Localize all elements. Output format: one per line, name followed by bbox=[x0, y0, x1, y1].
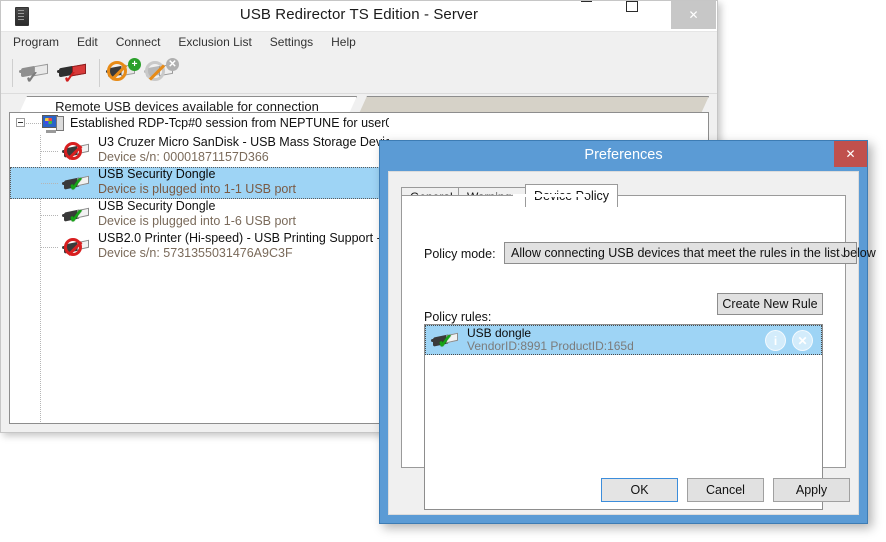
ban-icon bbox=[107, 60, 127, 81]
dialog-title-bar: Preferences ✕ bbox=[380, 141, 867, 171]
minimize-button[interactable] bbox=[581, 1, 626, 29]
policy-mode-select[interactable]: Allow connecting USB devices that meet t… bbox=[504, 242, 876, 264]
dialog-body: General Warnings Device Policy Policy mo… bbox=[388, 171, 876, 515]
add-exclusion-button[interactable]: + bbox=[105, 56, 143, 90]
tab-active-underlap bbox=[513, 194, 588, 197]
tree-connector bbox=[26, 123, 42, 124]
device-policy-panel: Policy mode: Allow connecting USB device… bbox=[401, 195, 876, 510]
preferences-dialog: Preferences ✕ General Warnings Device Po… bbox=[379, 140, 876, 524]
title-bar: USB Redirector TS Edition - Server ✕ bbox=[1, 1, 717, 31]
remove-exclusion-button[interactable]: ✕ bbox=[143, 56, 181, 90]
apply-button[interactable]: Apply bbox=[773, 478, 850, 502]
cancel-button[interactable]: Cancel bbox=[687, 478, 764, 502]
close-icon: ✕ bbox=[845, 147, 856, 161]
policy-rule-item[interactable]: ✓ USB dongle VendorID:8991 ProductID:165… bbox=[425, 325, 822, 355]
policy-mode-value: Allow connecting USB devices that meet t… bbox=[511, 246, 876, 260]
device-subtitle: Device is plugged into 1-1 USB port bbox=[98, 182, 297, 196]
device-title: USB2.0 Printer (Hi-speed) - USB Printing… bbox=[98, 231, 402, 245]
close-icon: ✕ bbox=[688, 8, 699, 22]
device-title: U3 Cruzer Micro SanDisk - USB Mass Stora… bbox=[98, 135, 399, 149]
usb-denied-icon bbox=[62, 141, 92, 161]
chevron-down-icon: ⌄ bbox=[838, 248, 848, 260]
tree-connector bbox=[41, 151, 59, 152]
menu-item-program[interactable]: Program bbox=[13, 35, 59, 49]
policy-rules-label: Policy rules: bbox=[424, 310, 492, 324]
x-badge-icon: ✕ bbox=[166, 57, 179, 71]
dialog-close-button[interactable]: ✕ bbox=[834, 141, 867, 167]
rule-delete-button[interactable]: ✕ bbox=[792, 330, 813, 351]
disconnect-device-button[interactable]: ✓ bbox=[56, 56, 94, 90]
toolbar-divider bbox=[99, 58, 100, 87]
ok-button[interactable]: OK bbox=[601, 478, 678, 502]
toolbar: ✓ ✓ + ✕ bbox=[1, 52, 717, 94]
rule-subtitle: VendorID:8991 ProductID:165d bbox=[467, 339, 634, 353]
menu-item-exclusion-list[interactable]: Exclusion List bbox=[178, 35, 251, 49]
rule-title: USB dongle bbox=[467, 326, 532, 340]
check-icon: ✓ bbox=[63, 67, 78, 87]
usb-allowed-icon: ✓ bbox=[62, 205, 92, 227]
tree-root-label: Established RDP-Tcp#0 session from NEPTU… bbox=[70, 116, 393, 130]
close-icon: ✕ bbox=[797, 333, 808, 348]
device-subtitle: Device is plugged into 1-6 USB port bbox=[98, 214, 297, 228]
menu-item-connect[interactable]: Connect bbox=[116, 35, 161, 49]
create-new-rule-button[interactable]: Create New Rule bbox=[717, 293, 823, 315]
usb-allowed-icon: ✓ bbox=[62, 173, 92, 195]
menu-item-settings[interactable]: Settings bbox=[270, 35, 313, 49]
device-title: USB Security Dongle bbox=[98, 199, 216, 213]
info-icon: i bbox=[773, 333, 778, 348]
dialog-title: Preferences bbox=[584, 147, 663, 163]
device-subtitle: Device s/n: 5731355031476A9C3F bbox=[98, 246, 293, 260]
rule-info-button[interactable]: i bbox=[765, 330, 786, 351]
check-icon: ✓ bbox=[25, 67, 40, 87]
close-button[interactable]: ✕ bbox=[671, 1, 716, 29]
ban-icon bbox=[145, 60, 165, 81]
plus-badge-icon: + bbox=[128, 57, 141, 71]
device-title: USB Security Dongle bbox=[98, 167, 216, 181]
tree-connector bbox=[41, 247, 59, 248]
usb-allowed-icon: ✓ bbox=[431, 330, 461, 352]
computer-session-icon bbox=[42, 115, 64, 133]
connect-device-button[interactable]: ✓ bbox=[18, 56, 56, 90]
menu-item-edit[interactable]: Edit bbox=[77, 35, 98, 49]
toolbar-divider bbox=[12, 58, 13, 87]
usb-denied-icon bbox=[62, 237, 92, 257]
tree-connector bbox=[41, 215, 59, 216]
tree-connector bbox=[41, 183, 59, 184]
menu-bar: Program Edit Connect Exclusion List Sett… bbox=[1, 31, 717, 52]
policy-mode-label: Policy mode: bbox=[424, 247, 496, 261]
collapse-icon[interactable] bbox=[16, 118, 25, 127]
device-subtitle: Device s/n: 00001871157D366 bbox=[98, 150, 269, 164]
menu-item-help[interactable]: Help bbox=[331, 35, 356, 49]
maximize-button[interactable] bbox=[626, 1, 671, 29]
